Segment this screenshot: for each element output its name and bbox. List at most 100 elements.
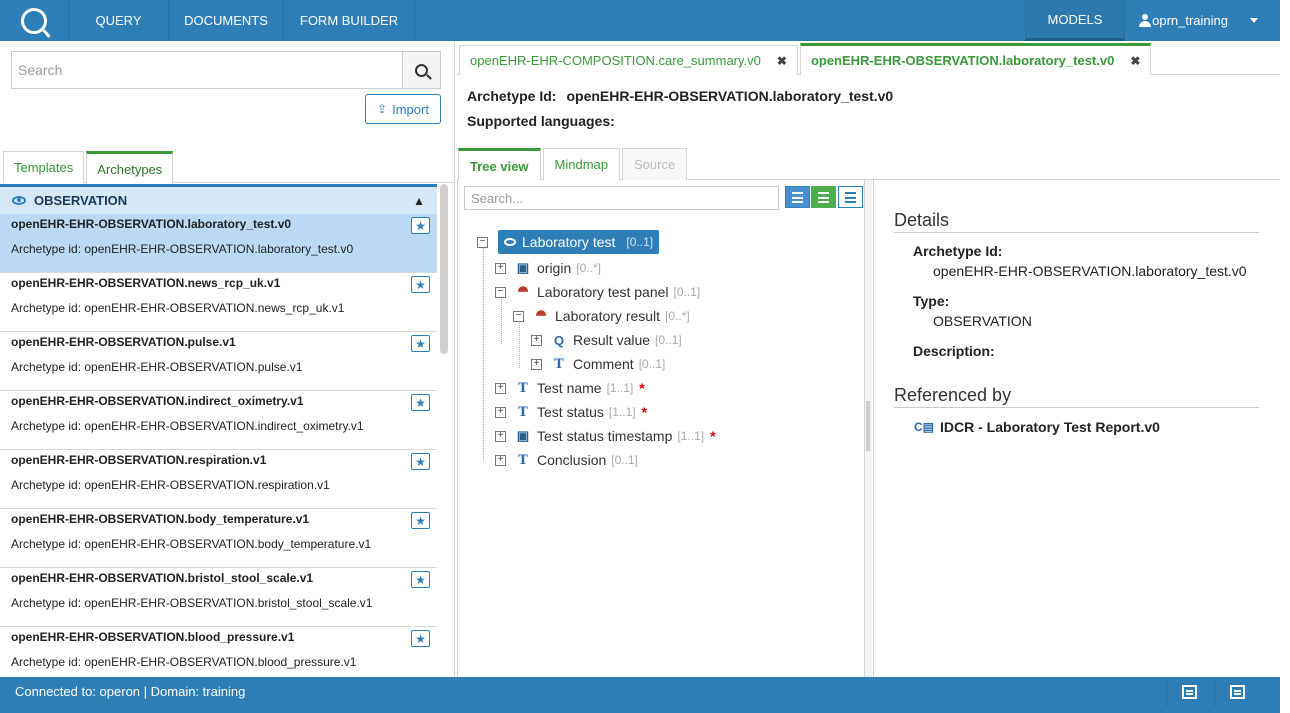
datetime-icon: ▣ <box>516 428 530 443</box>
tree-node-label: Result value <box>573 332 651 348</box>
tree-node-selected[interactable]: Laboratory test [0..1] <box>498 230 660 254</box>
view-list-button[interactable] <box>785 186 810 208</box>
import-icon: ⇪ <box>377 102 388 116</box>
expand-icon[interactable]: + <box>531 358 542 370</box>
tab-tree-view[interactable]: Tree view <box>458 148 541 181</box>
star-icon[interactable]: ★ <box>411 276 430 293</box>
list-item[interactable]: openEHR-EHR-OBSERVATION.respiration.v1 A… <box>0 450 437 509</box>
list-item[interactable]: openEHR-EHR-OBSERVATION.news_rcp_uk.v1 A… <box>0 273 437 332</box>
logo-icon <box>21 7 47 34</box>
close-icon[interactable]: ✖ <box>1130 54 1140 68</box>
star-icon[interactable]: ★ <box>411 453 430 470</box>
tree-node-label: Test status timestamp <box>537 428 673 444</box>
tree-node[interactable]: + T Comment [0..1] <box>531 354 665 374</box>
list-item[interactable]: openEHR-EHR-OBSERVATION.laboratory_test.… <box>0 214 437 273</box>
archetype-id: Archetype id: openEHR-EHR-OBSERVATION.re… <box>11 478 330 492</box>
nav-models[interactable]: MODELS <box>1025 0 1125 41</box>
archetype-name: openEHR-EHR-OBSERVATION.pulse.v1 <box>11 335 236 349</box>
close-icon[interactable]: ✖ <box>777 54 787 68</box>
file-tabs: openEHR-EHR-COMPOSITION.care_summary.v0 … <box>457 41 1280 75</box>
nav-documents[interactable]: DOCUMENTS <box>169 0 284 41</box>
list-item[interactable]: openEHR-EHR-OBSERVATION.indirect_oximetr… <box>0 391 437 450</box>
star-icon[interactable]: ★ <box>411 512 430 529</box>
tree-node[interactable]: − ⯊ Laboratory test panel [0..1] <box>495 282 700 302</box>
group-header-observation[interactable]: OBSERVATION ▲ <box>0 184 437 214</box>
list-icon <box>1229 685 1245 699</box>
expand-icon[interactable]: + <box>531 334 542 346</box>
list-scrollbar[interactable] <box>440 184 448 354</box>
archetype-name: openEHR-EHR-OBSERVATION.body_temperature… <box>11 512 310 526</box>
nav-form-builder[interactable]: FORM BUILDER <box>284 0 415 41</box>
chevron-up-icon[interactable]: ▲ <box>413 194 425 208</box>
required-marker: * <box>641 404 648 420</box>
search-bar <box>11 51 441 89</box>
list-item[interactable]: openEHR-EHR-OBSERVATION.bristol_stool_sc… <box>0 568 437 627</box>
nav-query[interactable]: QUERY <box>69 0 169 41</box>
archetype-list: OBSERVATION ▲ openEHR-EHR-OBSERVATION.la… <box>0 184 437 677</box>
view-compact-button[interactable] <box>838 186 863 208</box>
user-menu[interactable]: oprn_training <box>1125 0 1280 41</box>
status-view-button[interactable] <box>1166 677 1211 707</box>
expand-icon[interactable]: + <box>495 454 506 466</box>
archetype-name: openEHR-EHR-OBSERVATION.indirect_oximetr… <box>11 394 304 408</box>
quantity-icon: Q <box>553 332 565 348</box>
archetype-name: openEHR-EHR-OBSERVATION.bristol_stool_sc… <box>11 571 314 585</box>
list-item[interactable]: openEHR-EHR-OBSERVATION.blood_pressure.v… <box>0 627 437 677</box>
tab-templates[interactable]: Templates <box>3 151 85 183</box>
star-icon[interactable]: ★ <box>411 217 430 234</box>
referenced-template-link[interactable]: C▤ IDCR - Laboratory Test Report.v0 <box>914 419 1160 435</box>
collapse-icon[interactable]: − <box>477 236 488 248</box>
list-icon <box>845 191 856 203</box>
tree-node-label: Comment <box>573 356 634 372</box>
tree-node-root[interactable]: − Laboratory test [0..1] <box>477 230 660 254</box>
occurrence: [1..1] <box>677 429 705 443</box>
star-icon[interactable]: ★ <box>411 394 430 411</box>
details-pane: Details Archetype Id: openEHR-EHR-OBSERV… <box>873 180 1280 677</box>
tab-archetypes[interactable]: Archetypes <box>86 151 174 184</box>
supported-languages: Supported languages: <box>467 113 615 129</box>
template-icon: C▤ <box>914 420 935 434</box>
view-detail-button[interactable] <box>811 186 836 208</box>
tree-node[interactable]: + T Test status [1..1] * <box>495 402 647 422</box>
eye-icon <box>12 196 26 205</box>
expand-icon[interactable]: + <box>495 382 506 394</box>
star-icon[interactable]: ★ <box>411 630 430 647</box>
search-button[interactable] <box>402 51 441 89</box>
occurrence: [0..1] <box>673 285 701 299</box>
expand-icon[interactable]: + <box>495 406 506 418</box>
expand-icon[interactable]: + <box>495 430 506 442</box>
import-button[interactable]: ⇪ Import <box>365 94 441 124</box>
tree-search-input[interactable] <box>464 186 779 210</box>
tree-node-label: origin <box>537 260 572 276</box>
tree-node[interactable]: + ▣ origin [0..*] <box>495 258 601 278</box>
tree-node[interactable]: + T Test name [1..1] * <box>495 378 645 398</box>
list-icon <box>792 191 803 203</box>
file-tab-laboratory-test[interactable]: openEHR-EHR-OBSERVATION.laboratory_test.… <box>799 43 1152 75</box>
search-input[interactable] <box>11 51 402 89</box>
splitter-handle[interactable] <box>866 401 870 451</box>
tree-node[interactable]: + T Conclusion [0..1] <box>495 450 638 470</box>
group-label: OBSERVATION <box>34 193 128 208</box>
status-list-button[interactable] <box>1214 677 1259 707</box>
details-description-label: Description: <box>913 343 995 359</box>
occurrence: [0..*] <box>665 309 690 323</box>
tree-node[interactable]: + Q Result value [0..1] <box>531 330 682 350</box>
archetype-name: openEHR-EHR-OBSERVATION.blood_pressure.v… <box>11 630 295 644</box>
collapse-icon[interactable]: − <box>495 286 506 298</box>
tree-node[interactable]: − ⯊ Laboratory result [0..*] <box>513 306 690 326</box>
expand-icon[interactable]: + <box>495 262 506 274</box>
app-logo[interactable] <box>0 0 69 41</box>
top-nav: QUERY DOCUMENTS FORM BUILDER MODELS oprn… <box>0 0 1280 41</box>
collapse-icon[interactable]: − <box>513 310 524 322</box>
tree-node[interactable]: + ▣ Test status timestamp [1..1] * <box>495 426 716 446</box>
star-icon[interactable]: ★ <box>411 335 430 352</box>
occurrence: [0..1] <box>638 357 666 371</box>
list-item[interactable]: openEHR-EHR-OBSERVATION.body_temperature… <box>0 509 437 568</box>
status-bar: Connected to: operon | Domain: training <box>0 677 1280 713</box>
file-tab-care-summary[interactable]: openEHR-EHR-COMPOSITION.care_summary.v0 … <box>459 45 798 75</box>
archetype-id: Archetype id: openEHR-EHR-OBSERVATION.pu… <box>11 360 303 374</box>
occurrence: [1..1] <box>606 381 634 395</box>
list-item[interactable]: openEHR-EHR-OBSERVATION.pulse.v1 Archety… <box>0 332 437 391</box>
tab-mindmap[interactable]: Mindmap <box>542 148 621 180</box>
star-icon[interactable]: ★ <box>411 571 430 588</box>
